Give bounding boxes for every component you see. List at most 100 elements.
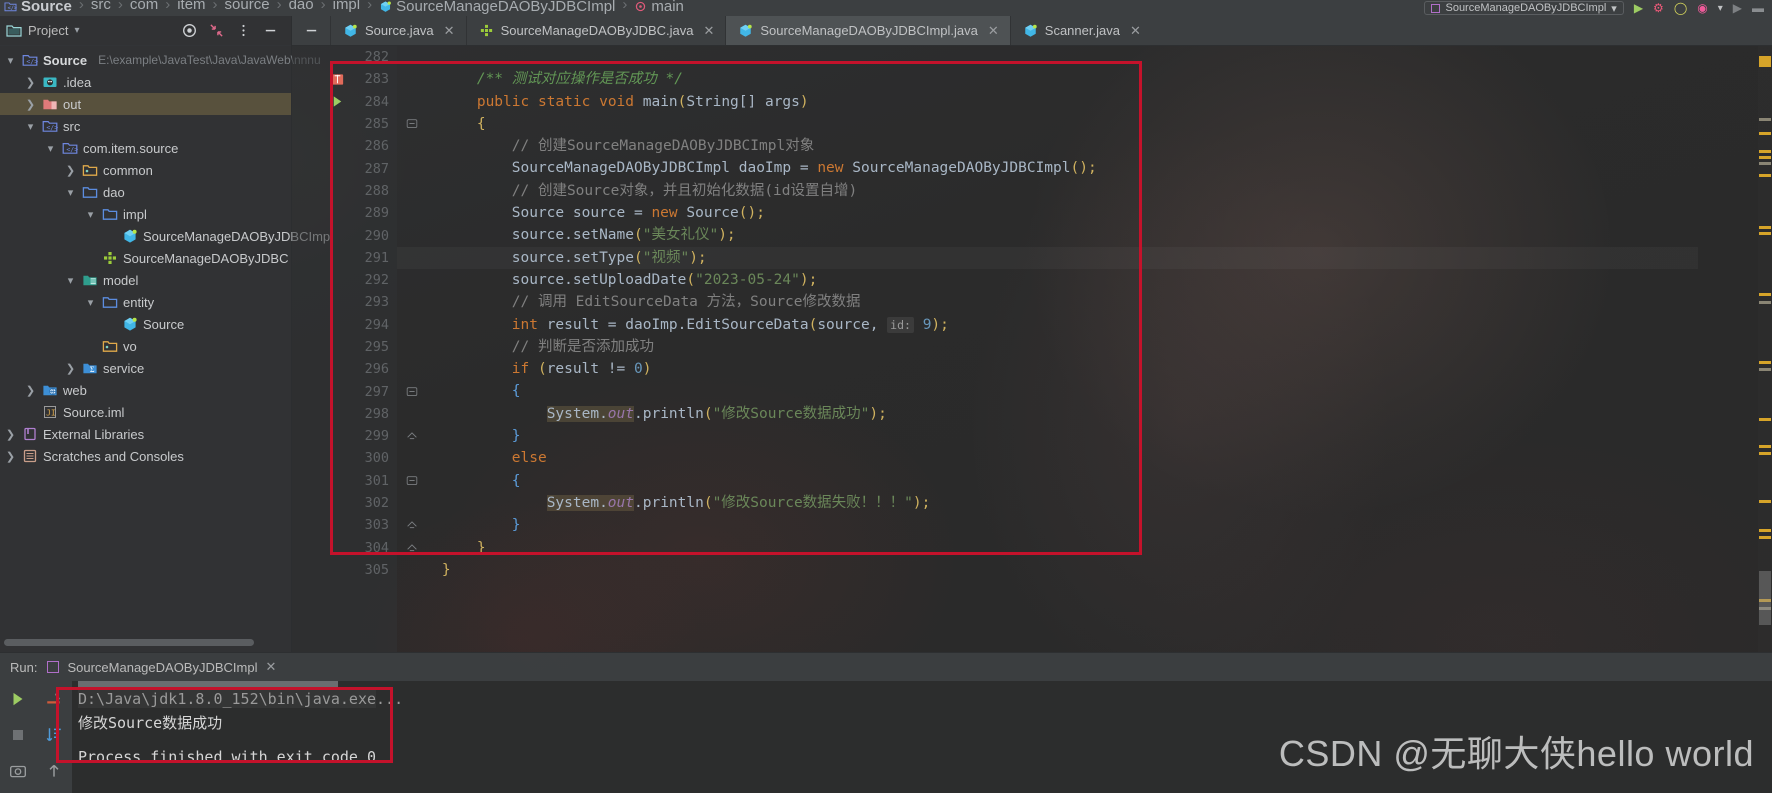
editor-tab-source-java[interactable]: Source.java ✕	[330, 16, 466, 45]
console-horizontal-scrollbar[interactable]	[78, 681, 338, 687]
chevron-down-icon[interactable]: ▾	[44, 142, 57, 155]
code-line[interactable]: {	[397, 380, 1698, 402]
target-icon[interactable]	[181, 22, 198, 39]
run-config-selector[interactable]: SourceManageDAOByJDBCImpl ▾	[1424, 1, 1624, 15]
code-line[interactable]: }	[397, 559, 1698, 581]
gutter-line[interactable]: 290	[292, 224, 397, 246]
editor-marker-tick[interactable]	[1759, 118, 1771, 121]
code-line[interactable]: source.setType("视频");	[397, 247, 1698, 269]
gutter-line[interactable]: 305	[292, 559, 397, 581]
more-button[interactable]: ▬	[1752, 1, 1764, 15]
hide-icon[interactable]	[262, 22, 279, 39]
code-line[interactable]: public static void main(String[] args)	[397, 91, 1698, 113]
tree-node-service[interactable]: ❯ Σservice	[0, 357, 291, 379]
tree-node-scratches-and-consoles[interactable]: ❯ Scratches and Consoles	[0, 445, 291, 467]
tree-node-source[interactable]: Source	[0, 313, 291, 335]
gutter-line[interactable]: 303	[292, 514, 417, 536]
close-icon[interactable]: ✕	[444, 23, 455, 39]
editor-marker-tick[interactable]	[1759, 500, 1771, 503]
chevron-down-icon[interactable]: ▾	[84, 296, 97, 309]
gutter-line[interactable]: 301	[292, 470, 418, 492]
gutter-line[interactable]: 298	[292, 403, 397, 425]
editor-marker-scrollbar[interactable]	[1758, 46, 1772, 652]
tree-node-source[interactable]: ▾ </> Source E:\example\JavaTest\Java\JavaW…	[0, 49, 321, 71]
chevron-down-icon[interactable]: ▾	[64, 186, 77, 199]
console-ellipsis[interactable]: ...	[376, 690, 403, 708]
screenshot-button[interactable]	[0, 754, 36, 788]
project-tree[interactable]: ▾ </> Source E:\example\JavaTest\Java\JavaW…	[0, 46, 333, 467]
editor-code-area[interactable]: /** 测试对应操作是否成功 */ public static void mai…	[397, 46, 1698, 652]
editor-marker-tick[interactable]	[1759, 150, 1771, 153]
gutter-line[interactable]: 283	[292, 68, 397, 90]
code-line[interactable]: }	[397, 425, 1698, 447]
gutter-line[interactable]: 282	[292, 46, 397, 68]
breadcrumb-item-impl[interactable]: impl	[333, 0, 361, 12]
breadcrumb-item-src[interactable]: src	[91, 0, 111, 12]
gutter-line[interactable]: 296	[292, 358, 397, 380]
gutter-line[interactable]: 287	[292, 157, 397, 179]
gutter-line[interactable]: 297	[292, 380, 418, 402]
chevron-down-icon[interactable]: ▾	[64, 274, 77, 287]
code-editor[interactable]: 282 283 284 285 286 287 288 289 290 291 292 293 294 2…	[292, 46, 1698, 652]
chevron-down-icon[interactable]: ▾	[84, 208, 97, 221]
editor-marker-tick[interactable]	[1759, 174, 1771, 177]
gutter-line[interactable]: 285	[292, 113, 418, 135]
code-line[interactable]: // 调用 EditSourceData 方法，Source修改数据	[397, 291, 1698, 313]
soft-wrap-button[interactable]	[36, 682, 72, 716]
sort-button[interactable]	[36, 718, 72, 752]
breadcrumb-item-dao[interactable]: dao	[289, 0, 314, 12]
gutter-line[interactable]: 292	[292, 269, 397, 291]
run-tab[interactable]: SourceManageDAOByJDBCImpl ✕	[47, 659, 276, 675]
tree-node-.idea[interactable]: ❯ .idea	[0, 71, 291, 93]
gutter-line[interactable]: 284	[292, 91, 397, 113]
editor-marker-tick[interactable]	[1759, 529, 1771, 532]
editor-marker-tick[interactable]	[1759, 162, 1771, 165]
editor-tab-sourcemanagedaobyjdbcimpl-java[interactable]: SourceManageDAOByJDBCImpl.java ✕	[725, 16, 1010, 45]
project-tool-window-title[interactable]: Project ▾	[6, 23, 80, 39]
code-line[interactable]: {	[397, 113, 1698, 135]
editor-scrollbar-thumb[interactable]	[1759, 571, 1771, 625]
gutter-line[interactable]: 300	[292, 447, 397, 469]
chevron-down-icon[interactable]: ▾	[4, 54, 17, 67]
code-line[interactable]: SourceManageDAOByJDBCImpl daoImp = new S…	[397, 157, 1698, 179]
tree-node-external-libraries[interactable]: ❯ External Libraries	[0, 423, 291, 445]
chevron-down-icon[interactable]: ▾	[1611, 2, 1617, 15]
gutter-line[interactable]: 304	[292, 537, 417, 559]
tree-node-dao[interactable]: ▾ dao	[0, 181, 291, 203]
code-line[interactable]: }	[397, 537, 1698, 559]
gutter-line[interactable]: 294	[292, 314, 397, 336]
chevron-right-icon[interactable]: ❯	[4, 450, 17, 463]
options-icon[interactable]	[235, 22, 252, 39]
gutter-line[interactable]: 293	[292, 291, 397, 313]
top-right-toolbar[interactable]: SourceManageDAOByJDBCImpl ▾ ▶ ⚙ ◯ ◉ ▾ ▶ …	[1424, 0, 1772, 16]
editor-marker-tick[interactable]	[1759, 156, 1771, 159]
editor-marker-tick[interactable]	[1759, 452, 1771, 455]
close-icon[interactable]: ✕	[703, 23, 714, 39]
close-icon[interactable]: ✕	[988, 23, 999, 39]
editor-marker-tick[interactable]	[1759, 361, 1771, 364]
chevron-down-icon[interactable]: ▾	[74, 25, 79, 36]
code-line[interactable]: else	[397, 447, 1698, 469]
stop-button[interactable]	[0, 718, 36, 752]
editor-marker-tick[interactable]	[1759, 56, 1771, 67]
editor-gutter[interactable]: 282 283 284 285 286 287 288 289 290 291 292 293 294 2…	[292, 46, 418, 652]
tree-node-impl[interactable]: ▾ impl	[0, 203, 291, 225]
code-line[interactable]: int result = daoImp.EditSourceData(sourc…	[397, 314, 1698, 336]
gutter-line[interactable]: 299	[292, 425, 417, 447]
chevron-right-icon[interactable]: ❯	[4, 428, 17, 441]
close-icon[interactable]: ✕	[266, 659, 277, 675]
tree-node-src[interactable]: ▾ </> src	[0, 115, 291, 137]
tree-node-out[interactable]: ❯ out	[0, 93, 291, 115]
hide-editor-tabs-icon[interactable]	[292, 16, 330, 45]
code-line[interactable]: }	[397, 514, 1698, 536]
code-line[interactable]: System.out.println("修改Source数据成功");	[397, 403, 1698, 425]
tree-node-source.iml[interactable]: JI Source.iml	[0, 401, 291, 423]
bookmark-icon[interactable]	[328, 70, 346, 88]
code-line[interactable]: if (result != 0)	[397, 358, 1698, 380]
rerun-button[interactable]	[0, 682, 36, 716]
gutter-line[interactable]: 302	[292, 492, 397, 514]
chevron-right-icon[interactable]: ❯	[24, 384, 37, 397]
editor-tab-sourcemanagedaobyjdbc-java[interactable]: SourceManageDAOByJDBC.java ✕	[465, 16, 726, 45]
tree-node-com.item.source[interactable]: ▾ </> com.item.source	[0, 137, 291, 159]
breadcrumb-item-source[interactable]: </> Source	[4, 0, 72, 14]
